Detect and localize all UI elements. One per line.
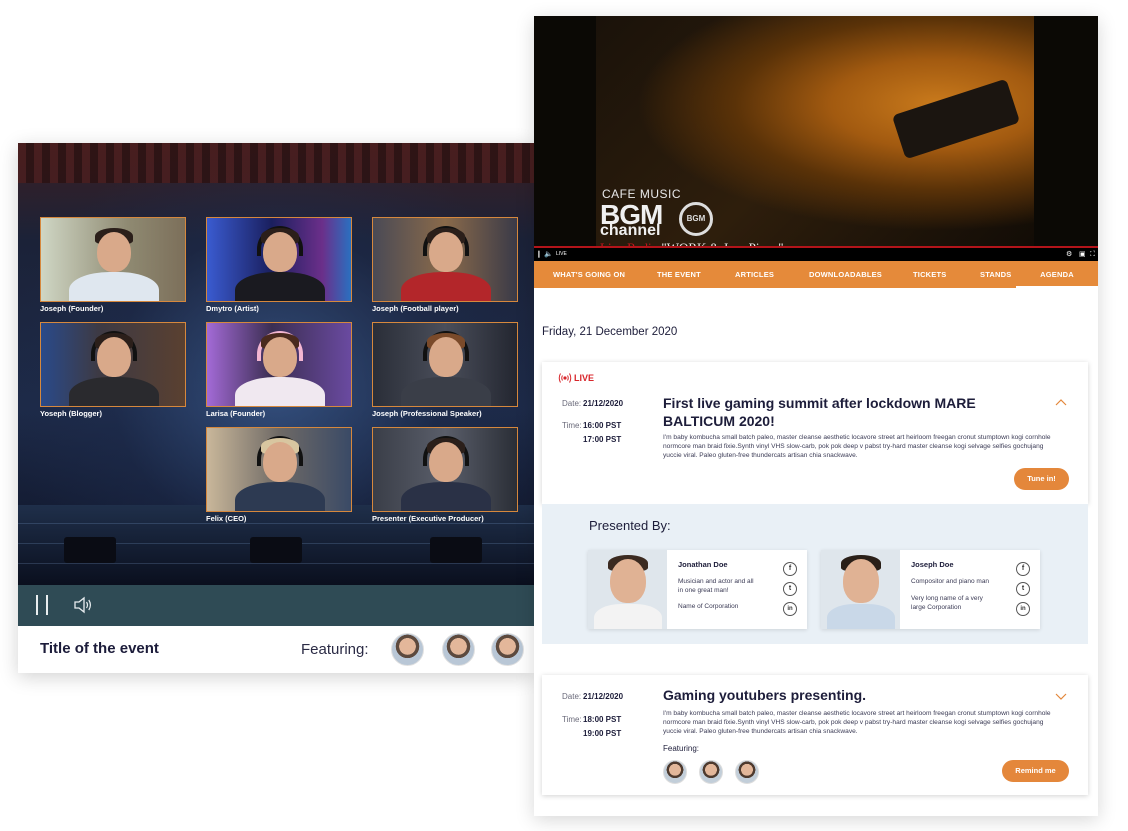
featured-avatar[interactable]	[442, 633, 475, 666]
fullscreen-icon[interactable]: ⛶	[1090, 250, 1095, 259]
presenter-card[interactable]: Jonathan Doe Musician and actor and all …	[588, 550, 807, 629]
agenda-session: Date: 21/12/2020 Time: 18:00 PST 19:00 P…	[542, 675, 1088, 795]
speaker-icon[interactable]	[72, 594, 94, 616]
session-end-time: 17:00 PST	[583, 435, 622, 444]
session-title: First live gaming summit after lockdown …	[663, 395, 976, 429]
session-start-time: 18:00 PST	[583, 715, 622, 724]
twitter-icon[interactable]: t	[783, 582, 797, 596]
presenter-name: Joseph Doe	[911, 560, 954, 569]
video-overlay-channel: channel	[600, 222, 661, 239]
chevron-down-icon[interactable]	[1055, 690, 1067, 702]
agenda-session: LIVE Date: 21/12/2020 Time: 16:00 PST 17…	[542, 362, 1088, 504]
video-controls: ❙ 🔈 LIVE ⚙ ▣ ⛶	[534, 248, 1098, 261]
time-label: Time:	[562, 421, 582, 430]
main-nav: WHAT'S GOING ON THE EVENT ARTICLES DOWNL…	[534, 261, 1098, 288]
presenter-corporation: Name of Corporation	[678, 603, 739, 610]
stage-background: Joseph (Founder) Dmytro (Artist) Joseph …	[18, 143, 534, 585]
featuring-label: Featuring:	[663, 744, 700, 753]
virtual-stage-player: Joseph (Founder) Dmytro (Artist) Joseph …	[18, 143, 534, 673]
participant-video-tile[interactable]	[372, 322, 518, 407]
live-indicator: LIVE	[556, 251, 567, 257]
live-broadcast-icon	[558, 373, 572, 383]
participant-name: Joseph (Football player)	[372, 304, 459, 313]
live-video-player[interactable]: CAFE MUSIC BGM BGM channel Live Radio "W…	[534, 16, 1098, 261]
session-date: 21/12/2020	[583, 399, 624, 408]
stage-curtain	[18, 143, 534, 183]
featured-avatar[interactable]	[491, 633, 524, 666]
date-label: Date:	[562, 692, 582, 701]
linkedin-icon[interactable]: in	[1016, 602, 1030, 616]
session-description: I'm baby kombucha small batch paleo, mas…	[663, 434, 1051, 459]
nav-item-the-event[interactable]: THE EVENT	[657, 261, 701, 288]
agenda-page: CAFE MUSIC BGM BGM channel Live Radio "W…	[534, 16, 1098, 816]
presenter-description: Compositor and piano man	[911, 578, 990, 585]
participant-name: Joseph (Professional Speaker)	[372, 409, 482, 418]
settings-icon[interactable]: ⚙	[1066, 250, 1072, 259]
featured-avatar[interactable]	[699, 760, 723, 784]
live-label: LIVE	[574, 373, 595, 383]
facebook-icon[interactable]: f	[783, 562, 797, 576]
participant-name: Joseph (Founder)	[40, 304, 104, 313]
event-info-bar: Title of the event Featuring:	[18, 626, 534, 673]
time-label: Time:	[562, 715, 582, 724]
turntable-tonearm	[891, 78, 1021, 160]
presented-by-title: Presented By:	[589, 518, 671, 533]
presented-by-section: Presented By: Jonathan Doe Musician and …	[542, 504, 1088, 644]
chevron-up-icon[interactable]	[1055, 397, 1067, 409]
participant-name: Presenter (Executive Producer)	[372, 514, 484, 523]
linkedin-icon[interactable]: in	[783, 602, 797, 616]
participant-video-tile[interactable]	[206, 217, 352, 302]
skip-back-icon[interactable]: ❙	[536, 250, 542, 259]
nav-item-downloadables[interactable]: DOWNLOADABLES	[809, 261, 882, 288]
tune-in-button[interactable]: Tune in!	[1014, 468, 1069, 490]
participant-video-tile[interactable]	[206, 427, 352, 512]
participant-name: Dmytro (Artist)	[206, 304, 259, 313]
nav-item-whats-going-on[interactable]: WHAT'S GOING ON	[553, 261, 625, 288]
remind-me-button[interactable]: Remind me	[1002, 760, 1069, 782]
nav-item-stands[interactable]: STANDS	[980, 261, 1011, 288]
featuring-label: Featuring:	[301, 641, 369, 658]
presenter-photo	[588, 550, 667, 629]
facebook-icon[interactable]: f	[1016, 562, 1030, 576]
nav-item-tickets[interactable]: TICKETS	[913, 261, 946, 288]
nav-item-agenda[interactable]: AGENDA	[1016, 261, 1098, 288]
event-title: Title of the event	[40, 640, 159, 657]
video-overlay-badge: BGM	[679, 202, 713, 236]
volume-icon[interactable]: 🔈	[544, 250, 553, 259]
session-title: Gaming youtubers presenting.	[663, 687, 867, 703]
participant-video-tile[interactable]	[372, 427, 518, 512]
participant-video-tile[interactable]	[40, 217, 186, 302]
nav-item-articles[interactable]: ARTICLES	[735, 261, 774, 288]
presenter-corporation: Very long name of a very large Corporati…	[911, 595, 983, 611]
presenter-name: Jonathan Doe	[678, 560, 728, 569]
session-start-time: 16:00 PST	[583, 421, 622, 430]
featured-avatar[interactable]	[663, 760, 687, 784]
participant-video-tile[interactable]	[40, 322, 186, 407]
session-description: I'm baby kombucha small batch paleo, mas…	[663, 710, 1051, 735]
featured-avatar[interactable]	[391, 633, 424, 666]
participant-name: Felix (CEO)	[206, 514, 247, 523]
presenter-card[interactable]: Joseph Doe Compositor and piano man Very…	[821, 550, 1040, 629]
session-end-time: 19:00 PST	[583, 729, 622, 738]
pause-icon[interactable]	[36, 595, 50, 615]
pip-icon[interactable]: ▣	[1079, 250, 1086, 259]
presenter-photo	[821, 550, 900, 629]
player-controls	[18, 585, 534, 626]
date-label: Date:	[562, 399, 582, 408]
participant-name: Yoseph (Blogger)	[40, 409, 102, 418]
agenda-date-heading: Friday, 21 December 2020	[542, 326, 678, 338]
twitter-icon[interactable]: t	[1016, 582, 1030, 596]
presenter-description: Musician and actor and all in one great …	[678, 578, 754, 594]
participant-video-tile[interactable]	[206, 322, 352, 407]
participant-video-tile[interactable]	[372, 217, 518, 302]
session-date: 21/12/2020	[583, 692, 624, 701]
featured-avatar[interactable]	[735, 760, 759, 784]
participant-name: Larisa (Founder)	[206, 409, 266, 418]
